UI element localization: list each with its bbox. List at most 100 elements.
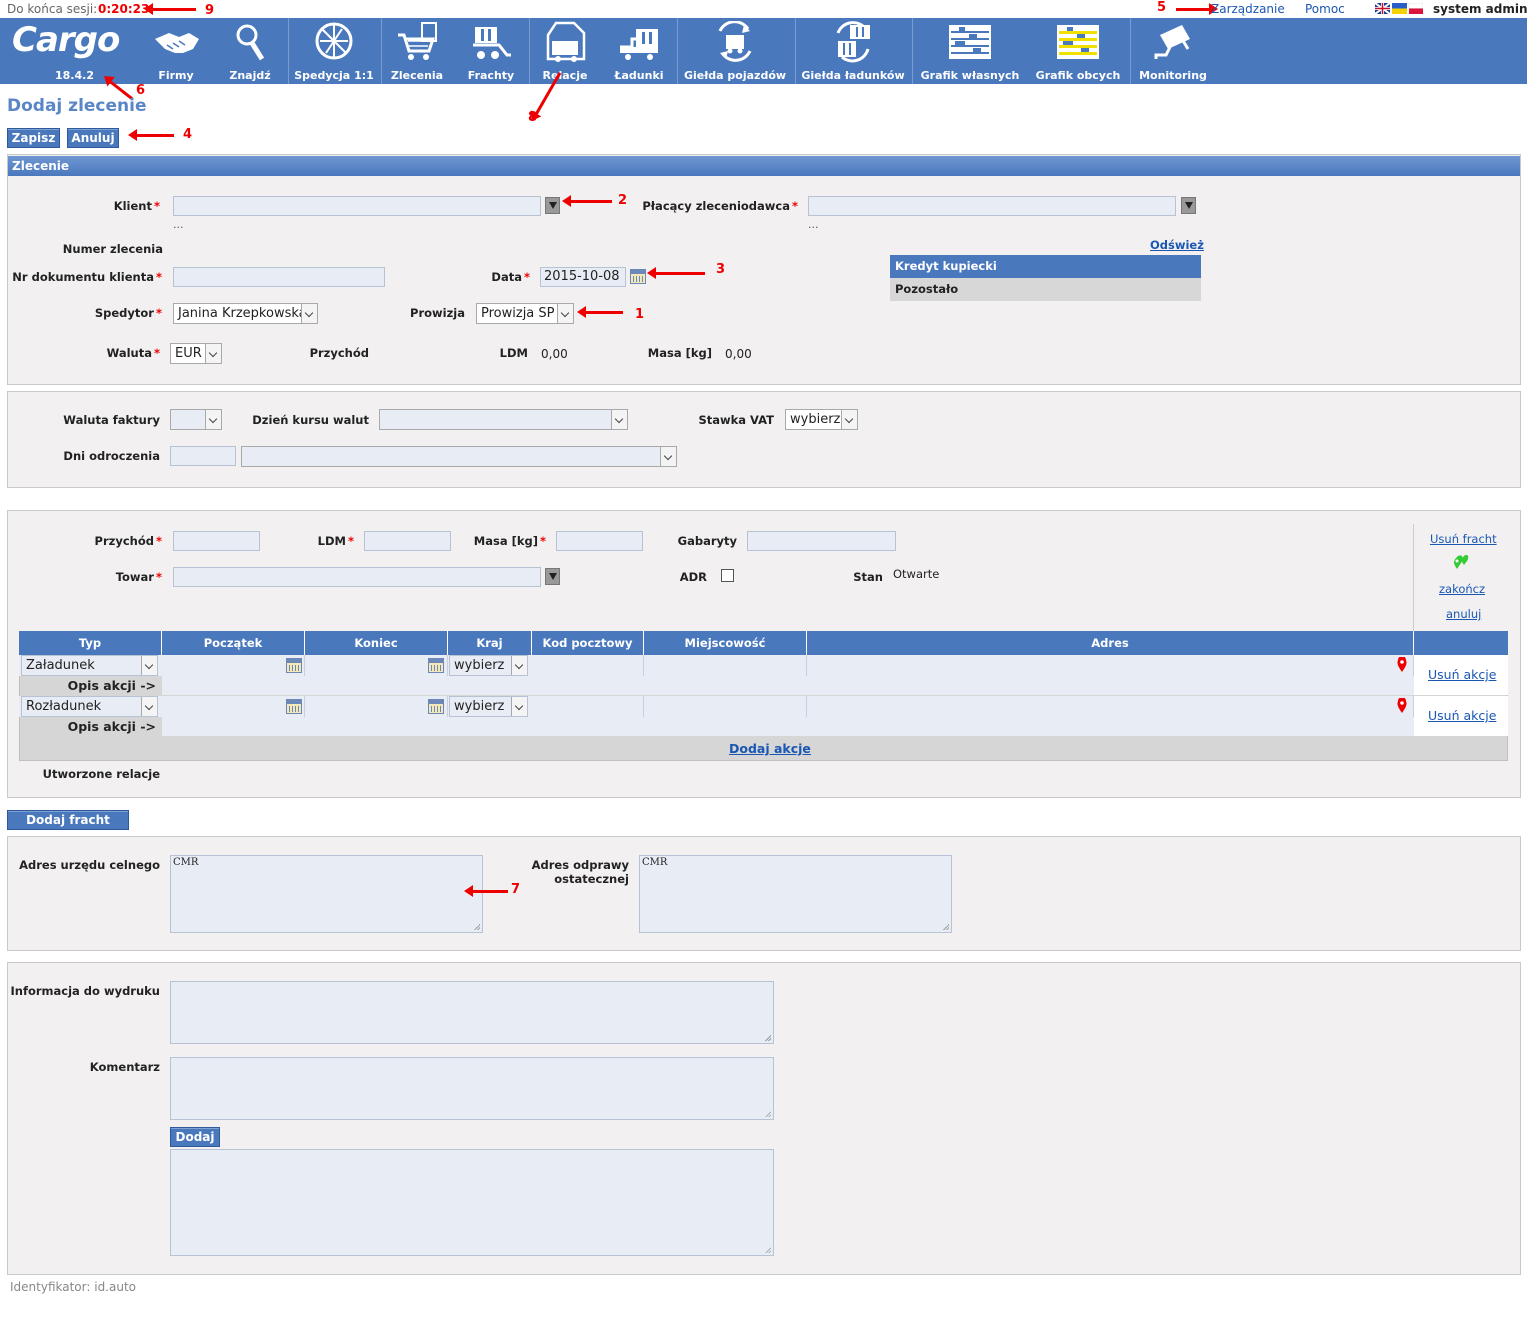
refresh-link[interactable]: Odśwież [1150,238,1204,252]
print-info-textarea[interactable] [170,981,774,1044]
dims-input[interactable] [747,531,896,551]
commission-select[interactable]: Prowizja SP [476,303,574,324]
globe-icon [315,22,353,60]
action-type-value: Załadunek [26,658,95,673]
finish-link[interactable]: zakończ [1439,582,1485,596]
adr-checkbox[interactable] [721,569,734,582]
nav-gielda-ladunkow[interactable]: Giełda ładunków [800,18,906,84]
country-select[interactable]: wybierz [449,696,528,717]
nav-label: Ładunki [614,69,664,82]
remove-freight-link[interactable]: Usuń fracht [1430,532,1497,546]
country-select[interactable]: wybierz [449,655,528,676]
chevron-down-icon [301,304,317,323]
client-input[interactable] [173,196,541,216]
nav-ladunki[interactable]: Ładunki [608,18,670,84]
action-type-select[interactable]: Załadunek [21,655,158,676]
invoice-currency-select[interactable] [170,409,222,430]
nav-firmy[interactable]: Firmy [146,18,206,84]
add-freight-button[interactable]: Dodaj fracht (INS) [7,810,129,845]
postcode-input[interactable] [532,655,644,676]
nav-zlecenia[interactable]: Zlecenia [386,18,448,84]
nav-gielda-pojazdow[interactable]: Giełda pojazdów [682,18,788,84]
language-flags-icon[interactable] [1375,3,1423,14]
nav-monitoring[interactable]: Monitoring [1135,18,1211,84]
action-type-select[interactable]: Rozładunek [21,696,158,717]
action-desc-input[interactable] [162,676,1414,695]
remove-action-link[interactable]: Usuń akcje [1428,708,1496,723]
payer-dots: ... [808,218,819,231]
location-pins-icon[interactable] [1452,555,1470,571]
help-link[interactable]: Pomoc [1305,2,1345,16]
freight-income-label: Przychód * [94,534,162,548]
nav-label: Monitoring [1139,69,1207,82]
postcode-input[interactable] [532,696,644,717]
deferral-input[interactable] [170,446,236,466]
nav-znajdz[interactable]: Znajdź [222,18,278,84]
calendar-icon[interactable] [428,699,444,714]
logo[interactable]: Cargo 18.4.2 [0,18,140,84]
nav-frachty[interactable]: Frachty [460,18,522,84]
freight-income-input[interactable] [173,531,260,551]
nav-grafik-obcych[interactable]: Grafik obcych [1030,18,1126,84]
client-doc-input[interactable] [173,267,385,287]
annotation-number: 5 [1157,0,1167,15]
goods-label: Towar * [115,570,162,584]
rate-day-select[interactable] [379,409,628,430]
save-button[interactable]: Zapisz [7,128,60,148]
goods-input[interactable] [173,567,541,587]
final-clearance-textarea[interactable]: CMR [639,855,952,933]
freight-cancel-link[interactable]: anuluj [1446,607,1481,621]
currency-select[interactable]: EUR [170,343,222,364]
add-action-link[interactable]: Dodaj akcje [729,741,811,756]
state-value: Otwarte [893,567,940,581]
forwarder-select[interactable]: Janina Krzepkowska [173,303,318,324]
nav-grafik-wlasnych[interactable]: Grafik własnych [917,18,1023,84]
calendar-icon[interactable] [286,658,302,673]
payer-input[interactable] [808,196,1176,216]
action-desc-toggle[interactable]: Opis akcji -> [19,678,156,693]
goods-lookup-icon[interactable] [545,568,560,585]
ldm-label: LDM [499,346,528,360]
vehicle-exchange-icon [718,21,752,62]
start-input[interactable] [162,655,305,676]
customs-office-textarea[interactable]: CMR [170,855,483,933]
start-input[interactable] [162,696,305,717]
map-pin-icon[interactable] [1397,657,1407,672]
calendar-icon[interactable] [286,699,302,714]
commission-value: Prowizja SP [481,306,555,321]
date-input[interactable]: 2015-10-08 [540,267,626,287]
action-desc-input[interactable] [162,717,1414,736]
calendar-icon[interactable] [630,269,646,284]
schedule-own-icon [949,25,991,59]
freight-mass-input[interactable] [556,531,643,551]
chevron-down-icon [205,410,221,429]
nav-separator [529,18,530,84]
map-pin-icon[interactable] [1397,698,1407,713]
remove-action-link[interactable]: Usuń akcje [1428,667,1496,682]
address-input[interactable] [807,696,1414,717]
action-desc-toggle[interactable]: Opis akcji -> [19,719,156,734]
comment-textarea[interactable] [170,1057,774,1120]
user-name[interactable]: system admin [1433,2,1527,16]
cancel-button[interactable]: Anuluj [67,128,119,148]
calendar-icon[interactable] [428,658,444,673]
annotation-arrow [647,267,705,279]
client-lookup-icon[interactable] [545,197,560,214]
freight-ldm-input[interactable] [364,531,451,551]
vat-select[interactable]: wybierz [785,409,858,430]
add-comment-button[interactable]: Dodaj [170,1127,220,1147]
comments-history[interactable] [170,1149,774,1256]
manage-link[interactable]: Zarządzanie [1211,2,1285,16]
address-input[interactable] [807,655,1414,676]
deferral-select[interactable] [241,446,677,467]
payer-lookup-icon[interactable] [1181,197,1196,214]
col-header: Adres [807,631,1414,655]
dims-label: Gabaryty [677,534,737,548]
city-input[interactable] [644,655,807,676]
end-input[interactable] [305,696,448,717]
chevron-down-icon [141,656,157,675]
city-input[interactable] [644,696,807,717]
nav-relacje[interactable]: Relacje [534,18,596,84]
nav-spedycja[interactable]: Spedycja 1:1 [292,18,376,84]
end-input[interactable] [305,655,448,676]
